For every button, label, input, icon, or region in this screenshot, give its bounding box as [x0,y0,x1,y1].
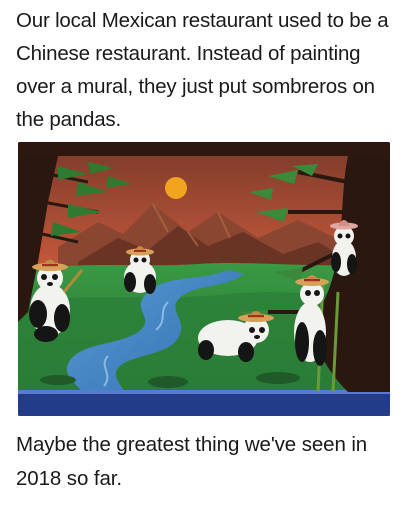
bottom-caption: Maybe the greatest thing we've seen in 2… [16,433,368,490]
sun [165,177,187,199]
mural-painting [18,142,390,416]
top-caption: Our local Mexican restaurant used to be … [16,9,389,131]
panda-middle-left [124,246,156,294]
wall-trim [18,392,390,416]
mural-photo [18,142,390,416]
panda-in-tree [330,220,358,276]
